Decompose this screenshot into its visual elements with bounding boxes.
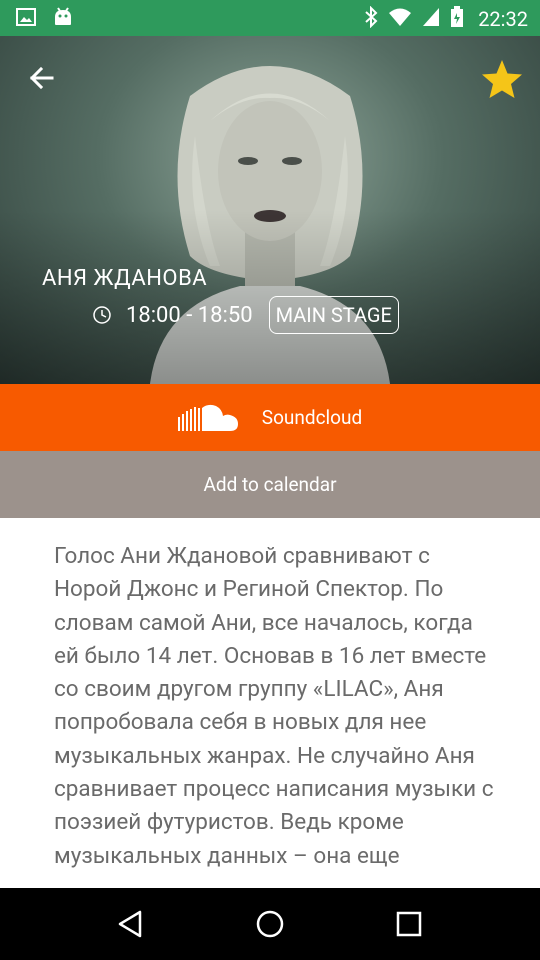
nav-home-button[interactable] xyxy=(245,899,295,949)
artist-description-scroll[interactable]: Голос Ани Ждановой сравнивают с Норой Дж… xyxy=(0,518,540,888)
square-recents-icon xyxy=(396,911,421,937)
stage-badge: MAIN STAGE xyxy=(268,296,399,334)
triangle-back-icon xyxy=(119,910,142,938)
navigation-bar xyxy=(0,888,540,960)
soundcloud-button[interactable]: Soundcloud xyxy=(0,384,540,451)
add-to-calendar-button[interactable]: Add to calendar xyxy=(0,451,540,518)
signal-icon xyxy=(422,7,440,31)
battery-icon xyxy=(450,6,464,32)
artist-hero: АНЯ ЖДАНОВА 18:00 - 18:50 MAIN STAGE xyxy=(0,36,540,384)
artist-description: Голос Ани Ждановой сравнивают с Норой Дж… xyxy=(54,543,494,869)
circle-home-icon xyxy=(256,910,284,938)
artist-name: АНЯ ЖДАНОВА xyxy=(42,266,208,291)
soundcloud-icon xyxy=(177,404,238,431)
clock-icon xyxy=(93,306,111,324)
android-icon xyxy=(52,7,74,31)
wifi-icon xyxy=(388,7,412,31)
clock-time: 22:32 xyxy=(478,7,528,31)
soundcloud-label: Soundcloud xyxy=(261,406,363,429)
performance-time-row: 18:00 - 18:50 MAIN STAGE xyxy=(92,296,399,334)
status-bar: 22:32 xyxy=(0,0,540,36)
performance-time: 18:00 - 18:50 xyxy=(126,302,253,328)
image-icon xyxy=(16,7,36,31)
star-icon xyxy=(482,60,522,98)
nav-back-button[interactable] xyxy=(106,899,156,949)
favorite-button[interactable] xyxy=(478,56,526,104)
add-to-calendar-label: Add to calendar xyxy=(203,473,337,496)
arrow-back-icon xyxy=(29,66,54,90)
bluetooth-icon xyxy=(364,5,378,32)
back-button[interactable] xyxy=(22,58,62,98)
nav-recents-button[interactable] xyxy=(384,899,434,949)
